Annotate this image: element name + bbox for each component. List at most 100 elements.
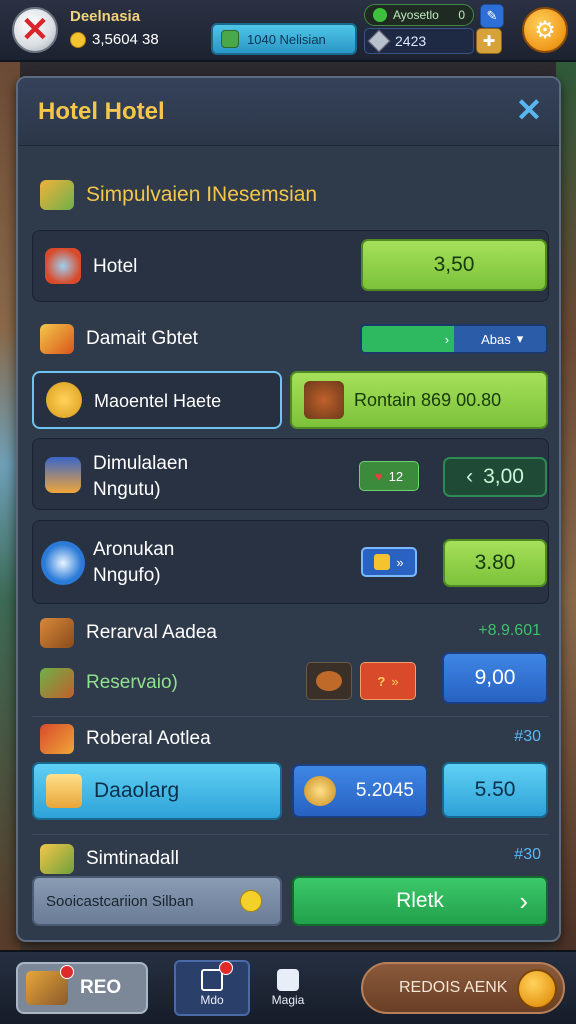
question-chip[interactable]: ? » [360,662,416,700]
bottom-left-label: REO [80,977,122,998]
simulation-buy-button[interactable]: ‹ 3,00 [443,457,547,497]
section-3-price: #30 [514,728,541,745]
aronukan-buy-button[interactable]: 3.80 [443,539,547,587]
coin-value: 3,5604 38 [92,31,159,48]
ticket-icon [40,844,74,874]
wrench-icon[interactable]: ✎ [480,4,504,28]
section-title-4-label: Simtinadall [86,848,179,869]
row-simulation-label-2: Nngutu) [93,478,161,500]
panel-close-icon[interactable]: ✕ [513,94,545,126]
row-aronukan-label-1: Aronukan [93,539,175,560]
daaolarg-buy-button[interactable]: 5.50 [442,762,548,818]
bottom-right-label: REDOIS AENK [399,979,508,996]
basket-icon [316,671,342,691]
hotel-panel: Hotel Hotel ✕ Simpulvaien INesemsian Hot… [16,76,561,942]
plant-icon [40,668,74,698]
status-pill-value: 0 [458,8,465,22]
row-domain-label: Damait Gbtet [86,328,198,349]
domain-toggle-label: Abas [481,331,511,347]
arrow-icon: » [396,554,404,570]
row-simulation-label-1: Dimulalaen [93,453,189,474]
nut-icon [304,381,344,419]
resource-label: 1040 Nelisian [247,31,326,47]
final-option-button[interactable]: Sooicastcariion Silban [32,876,282,926]
cup-icon [277,969,299,991]
coin-counter: 3,5604 38 [70,31,159,48]
basket-chip[interactable] [306,662,352,700]
player-name: Deelnasia [70,8,141,25]
row-hotel: Hotel 3,50 [32,230,549,302]
row-hotel-label: Hotel [93,256,138,277]
divider [32,716,549,717]
row-domain: Damait Gbtet [40,324,198,354]
row-moment[interactable]: Maoentel Haete [32,371,282,429]
row-aronukan: Aronukan Nngufo) » 3.80 [32,520,549,604]
tab-magia[interactable]: Magia [250,960,326,1016]
daaolarg-label: Daaolarg [94,779,180,802]
gold-coin-icon [517,969,557,1009]
resource-button[interactable]: 1040 Nelisian [211,23,357,55]
settings-icon[interactable]: ⚙ [522,7,568,53]
trophy-icon [40,324,74,354]
leaf-bundle-icon [40,180,74,210]
status-pill-label: Ayosetlo [393,8,439,22]
moment-buy-button[interactable]: Rontain 869 00.80 [290,371,548,429]
status-dot-icon [373,8,387,22]
tab-mdo[interactable]: Mdo [174,960,250,1016]
shield-icon [46,382,82,418]
notification-badge [60,965,74,979]
magnifier-icon [45,248,81,284]
status-pill: Ayosetlo 0 [364,4,474,26]
section-4-price: #30 [514,846,541,863]
gem-counter: 2423 [364,28,474,54]
row-simulation-label: Dimulalaen Nngutu) [93,451,188,502]
leaf-icon [221,30,239,48]
top-bar: ✕ Deelnasia 3,5604 38 1040 Nelisian Ayos… [0,0,576,62]
domain-toggle[interactable]: › Abas ▾ [360,324,548,354]
daaolarg-value: 5.2045 [355,780,414,801]
section-title-3-label: Roberal Aotlea [86,728,211,749]
gift-icon [46,774,82,808]
chevron-right-icon: › [444,331,450,347]
close-icon[interactable]: ✕ [12,7,58,53]
tab-mdo-label: Mdo [200,993,224,1007]
section-title-1: Simpulvaien INesemsian [40,180,317,210]
chevron-down-icon: ▾ [516,331,524,346]
hotel-buy-button[interactable]: 3,50 [361,239,547,291]
final-action-button[interactable]: Rletk › [292,876,548,926]
heart-icon: ♥ [374,468,383,484]
divider [32,834,549,835]
question-icon: ? [377,673,386,689]
section-2-price: +8.9.601 [478,622,541,639]
row-aronukan-label-2: Nngufo) [93,564,161,586]
add-gems-button[interactable]: ✚ [476,28,502,54]
panel-title: Hotel Hotel [38,98,165,125]
tab-magia-label: Magia [271,993,305,1007]
bottom-bar: REO Mdo Magia REDOIS AENK [0,950,576,1024]
heart-chip[interactable]: ♥ 12 [359,461,419,491]
daaolarg-button[interactable]: Daaolarg [32,762,282,820]
bottom-left-button[interactable]: REO [16,962,148,1014]
shield-badge-icon [240,890,262,912]
notification-badge [219,961,233,975]
daaolarg-value-button[interactable]: 5.2045 [292,764,428,818]
bottom-right-button[interactable]: REDOIS AENK [361,962,565,1014]
coin-icon [70,31,86,48]
chest-icon [26,965,74,1005]
gem-icon [367,29,391,53]
row-simulation: Dimulalaen Nngutu) ♥ 12 ‹ 3,00 [32,438,549,510]
heart-chip-value: 12 [388,468,404,484]
row-reservation: Reservaio) [40,668,178,698]
crate-icon [40,618,74,648]
upgrade-chip[interactable]: » [361,547,417,577]
gold-icon [374,554,391,570]
row-moment-label: Maoentel Haete [94,391,222,411]
simulation-buy-label: 3,00 [483,465,524,488]
section-title-2: Rerarval Aadea [40,618,217,648]
phone-icon [201,961,233,991]
chevron-right-icon: › [519,885,528,916]
row-aronukan-label: Aronukan Nngufo) [93,537,174,588]
reservation-buy-button[interactable]: 9,00 [442,652,548,704]
card-icon [45,457,81,493]
gem-value: 2423 [395,33,427,49]
